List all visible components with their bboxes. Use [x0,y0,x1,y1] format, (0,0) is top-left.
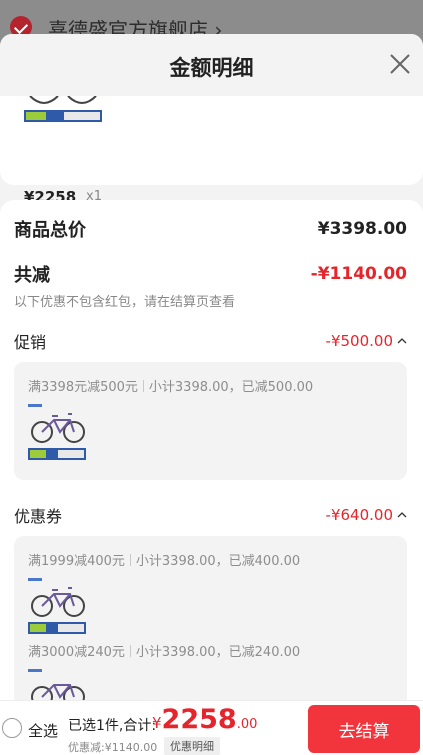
total-discount-value: -¥1140.00 [310,264,407,284]
promotion-detail: 小计3398.00，已减500.00 [148,380,314,395]
promotion-rule-line: 满3398元减500元 小计3398.00，已减500.00 [28,376,313,395]
discount-summary: 优惠减:¥1140.00 [68,741,158,754]
selected-info: 已选1件,合计: [68,718,157,734]
divider [129,554,131,566]
total-decimal: .00 [236,717,258,732]
coupon-row[interactable]: 优惠券 -¥640.00 [14,503,407,527]
select-all-radio[interactable] [2,718,22,738]
total-discount-label: 共减 [14,265,50,286]
goods-total-label: 商品总价 [14,220,86,241]
promotion-row[interactable]: 促销 -¥500.00 [14,329,407,353]
coupon-value: -¥640.00 [325,506,393,524]
close-icon[interactable] [387,51,413,77]
coupon-detail: 小计3398.00，已减240.00 [135,645,301,660]
chevron-up-icon[interactable] [397,510,407,520]
total-currency: ¥ [152,714,162,732]
bike-thumbnail [28,578,86,634]
total-discount-row: 共减 -¥1140.00 [14,261,407,287]
coupon-label: 优惠券 [14,507,63,526]
total-integer: 2258 [161,704,237,735]
coupon-rule: 满1999减400元 [28,554,125,569]
total-price: ¥2258.00 [152,704,257,735]
sheet-title: 金额明细 [169,56,254,80]
discount-detail-button[interactable]: 优惠明细 [164,737,220,755]
checkout-button[interactable]: 去结算 [308,705,420,753]
coupon-rule-line: 满1999减400元 小计3398.00，已减400.00 [28,550,300,569]
promotion-value-group: -¥500.00 [326,332,407,350]
divider [129,645,131,657]
bike-thumbnail [28,404,86,460]
goods-total-value: ¥3398.00 [317,219,407,239]
amount-detail-sheet: 金额明细 ¥2258 x1 商品总价 ¥3398.00 共减 -¥1140.00… [0,34,423,755]
amount-detail-card: 商品总价 ¥3398.00 共减 -¥1140.00 以下优惠不包含红包，请在结… [0,200,423,755]
sheet-header: 金额明细 [0,34,423,96]
chevron-up-icon[interactable] [397,336,407,346]
goods-total-row: 商品总价 ¥3398.00 [14,216,407,242]
promotion-rule: 满3398元减500元 [28,380,138,395]
select-all-label[interactable]: 全选 [28,720,58,741]
promotion-box: 满3398元减500元 小计3398.00，已减500.00 [14,362,407,480]
promotion-value: -¥500.00 [325,332,393,350]
coupon-rule-line: 满3000减240元 小计3398.00，已减240.00 [28,641,300,660]
divider [142,380,144,392]
promotion-label: 促销 [14,333,47,352]
coupon-detail: 小计3398.00，已减400.00 [135,554,301,569]
discount-note: 以下优惠不包含红包，请在结算页查看 [14,295,236,310]
coupon-rule: 满3000减240元 [28,645,125,660]
checkout-bar: 全选 已选1件,合计: ¥2258.00 优惠减:¥1140.00 优惠明细 去… [0,700,423,755]
coupon-value-group: -¥640.00 [326,506,407,524]
